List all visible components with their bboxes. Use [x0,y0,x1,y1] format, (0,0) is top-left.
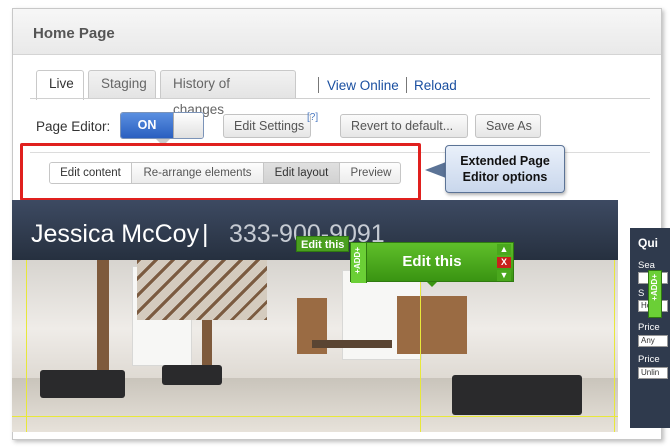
link-separator [318,77,319,93]
quick-search-title: Qui [638,236,658,250]
toggle-knob[interactable] [173,113,203,138]
add-strip-label: +ADD+ [353,247,362,274]
quick-search-label: Price [638,354,660,365]
site-agent-name[interactable]: Jessica McCoy [31,220,199,249]
callout-text: Extended Page Editor options [446,153,564,185]
quick-add-strip[interactable]: +ADD+ [648,270,662,318]
edit-pointer-icon [427,282,437,287]
page-editor-label: Page Editor: [36,119,111,134]
website-preview: Jessica McCoy | 333-900-9091 [12,200,618,432]
tab-history-of-changes[interactable]: History of changes [160,70,296,117]
wood-beam [97,260,109,385]
edit-this-label: Edit this [402,253,462,270]
callout-arrow-icon [425,162,446,178]
edit-settings-button[interactable]: Edit Settings [223,114,311,138]
revert-to-default-button[interactable]: Revert to default... [340,114,468,138]
quick-search-select[interactable]: Any [638,335,668,347]
quick-add-label: +ADD+ [650,274,659,301]
add-element-strip[interactable]: +ADD+ [351,243,367,283]
link-separator [406,77,407,93]
sofa-shape [162,365,222,385]
layout-guide [614,260,615,432]
edit-this-widget[interactable]: +ADD+ Edit this ▲ X ▼ [350,242,514,283]
layout-guide [420,260,421,432]
sofa-shape [452,375,582,415]
layout-guide [12,416,618,417]
reload-link[interactable]: Reload [414,78,457,93]
annotation-highlight-box [20,143,421,201]
page-editor-toggle[interactable]: ON [120,112,204,139]
hero-image [12,260,618,432]
help-link[interactable]: [?] [307,112,318,123]
callout-line-2: Editor options [462,170,548,184]
staircase [137,260,267,320]
layout-guide [26,260,27,432]
window-title: Home Page [33,25,115,42]
close-icon[interactable]: X [497,257,511,268]
callout-line-1: Extended Page [460,154,550,168]
move-down-icon[interactable]: ▼ [497,270,511,281]
tabs-divider [30,98,650,99]
quick-search-label: Price [638,322,660,333]
quick-search-label: S [638,288,645,299]
quick-search-panel: Qui Sea S Hou Price Any Price Unlin [630,228,670,428]
tab-staging[interactable]: Staging [88,70,156,98]
move-up-icon[interactable]: ▲ [497,244,511,255]
sofa-shape [40,370,125,398]
toggle-on-label: ON [121,113,173,138]
edit-this-button-small[interactable]: Edit this [296,236,350,252]
save-as-button[interactable]: Save As [475,114,541,138]
annotation-callout: Extended Page Editor options [445,145,565,193]
tab-live[interactable]: Live [36,70,84,100]
quick-search-select[interactable]: Unlin [638,367,668,379]
site-divider: | [202,220,209,248]
dining-table [312,340,392,348]
title-bar: Home Page [13,9,661,55]
view-online-link[interactable]: View Online [327,78,399,93]
kitchen-cabinets [397,296,467,354]
